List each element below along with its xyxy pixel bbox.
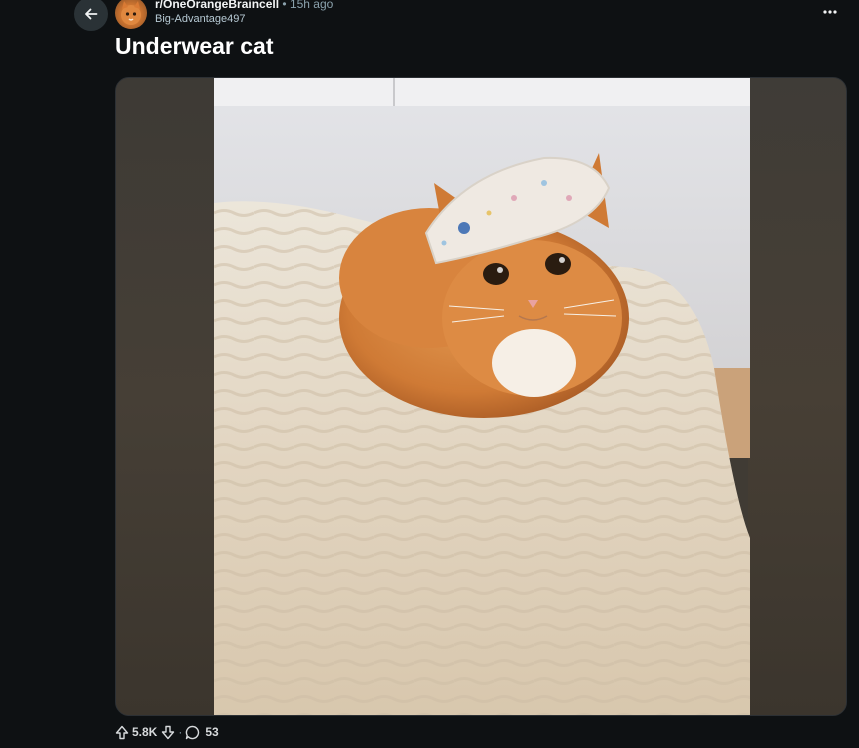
comment-icon xyxy=(186,725,200,739)
cat-avatar-icon xyxy=(121,1,141,25)
subreddit-link[interactable]: r/OneOrangeBraincell xyxy=(155,0,279,11)
media-blur-right xyxy=(748,78,846,715)
post-time: 15h ago xyxy=(289,0,334,11)
comment-count: 53 xyxy=(205,725,219,739)
vote-count: 5.8K xyxy=(132,725,158,739)
more-options-button[interactable] xyxy=(818,2,842,22)
post-actions: 5.8K · 53 xyxy=(115,722,219,742)
comments-button[interactable]: 53 xyxy=(185,725,219,740)
post-title: Underwear cat xyxy=(115,33,274,59)
cat-photo[interactable] xyxy=(214,78,750,716)
downvote-button[interactable] xyxy=(161,725,175,740)
subreddit-avatar[interactable] xyxy=(115,0,147,29)
upvote-button[interactable] xyxy=(115,725,129,740)
author-link[interactable]: Big-Advantage497 xyxy=(155,12,333,27)
media-blur-left xyxy=(116,78,214,715)
back-arrow-icon xyxy=(85,8,98,20)
post-media[interactable] xyxy=(115,77,847,716)
meta-separator: • xyxy=(282,0,287,11)
downvote-icon xyxy=(162,725,175,739)
more-options-icon xyxy=(823,10,837,14)
upvote-icon xyxy=(115,725,129,739)
action-separator: · xyxy=(178,725,183,739)
post-meta: r/OneOrangeBraincell • 15h ago Big-Advan… xyxy=(155,0,333,27)
post-page: r/OneOrangeBraincell • 15h ago Big-Advan… xyxy=(0,0,859,748)
back-button[interactable] xyxy=(74,0,108,31)
